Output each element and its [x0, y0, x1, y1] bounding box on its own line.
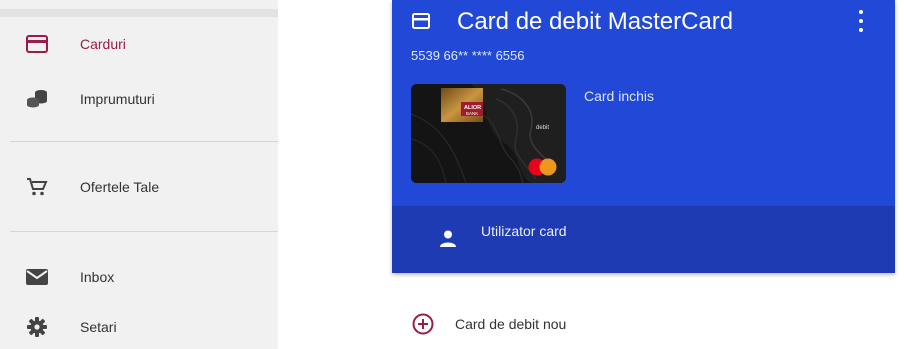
card-type-label: debit — [536, 125, 549, 131]
coins-icon — [26, 88, 48, 110]
new-debit-card-label: Card de debit nou — [455, 316, 567, 332]
new-debit-card-button[interactable]: Card de debit nou — [412, 310, 566, 338]
card-status: Card inchis — [584, 88, 655, 104]
envelope-icon — [26, 266, 48, 288]
sidebar-item-label: Inbox — [80, 269, 115, 285]
sidebar-divider — [10, 231, 278, 232]
gear-icon — [26, 316, 48, 338]
credit-card-icon — [26, 33, 48, 55]
card-user-row[interactable]: Utilizator card — [392, 206, 895, 273]
sidebar-divider — [10, 141, 278, 142]
cart-icon — [26, 176, 48, 198]
card-panel: Card de debit MasterCard 5539 66** **** … — [392, 0, 895, 273]
more-vert-icon[interactable] — [855, 10, 867, 32]
card-image[interactable]: ALIOR BANK debit — [411, 84, 566, 183]
card-user-label: Utilizator card — [481, 223, 567, 239]
card-header: Card de debit MasterCard — [392, 0, 895, 40]
credit-card-icon — [412, 13, 430, 29]
add-circle-icon — [412, 313, 434, 335]
sidebar-scroll-indicator — [0, 9, 278, 17]
sidebar-item-carduri[interactable]: Carduri — [0, 24, 278, 64]
sidebar-item-setari[interactable]: Setari — [0, 307, 278, 347]
sidebar-item-label: Ofertele Tale — [80, 179, 160, 195]
sidebar-item-label: Setari — [80, 319, 117, 335]
sidebar-item-label: Imprumuturi — [80, 91, 155, 107]
sidebar: Carduri Imprumuturi Ofertele Tale Inbox … — [0, 0, 278, 349]
card-number: 5539 66** **** 6556 — [411, 48, 525, 63]
sidebar-item-ofertele-tale[interactable]: Ofertele Tale — [0, 167, 278, 207]
person-icon — [439, 229, 457, 247]
sidebar-item-imprumuturi[interactable]: Imprumuturi — [0, 79, 278, 119]
sidebar-item-label: Carduri — [80, 36, 126, 52]
card-bank-sub: BANK — [466, 111, 478, 116]
sidebar-item-inbox[interactable]: Inbox — [0, 257, 278, 297]
card-title: Card de debit MasterCard — [457, 8, 734, 35]
